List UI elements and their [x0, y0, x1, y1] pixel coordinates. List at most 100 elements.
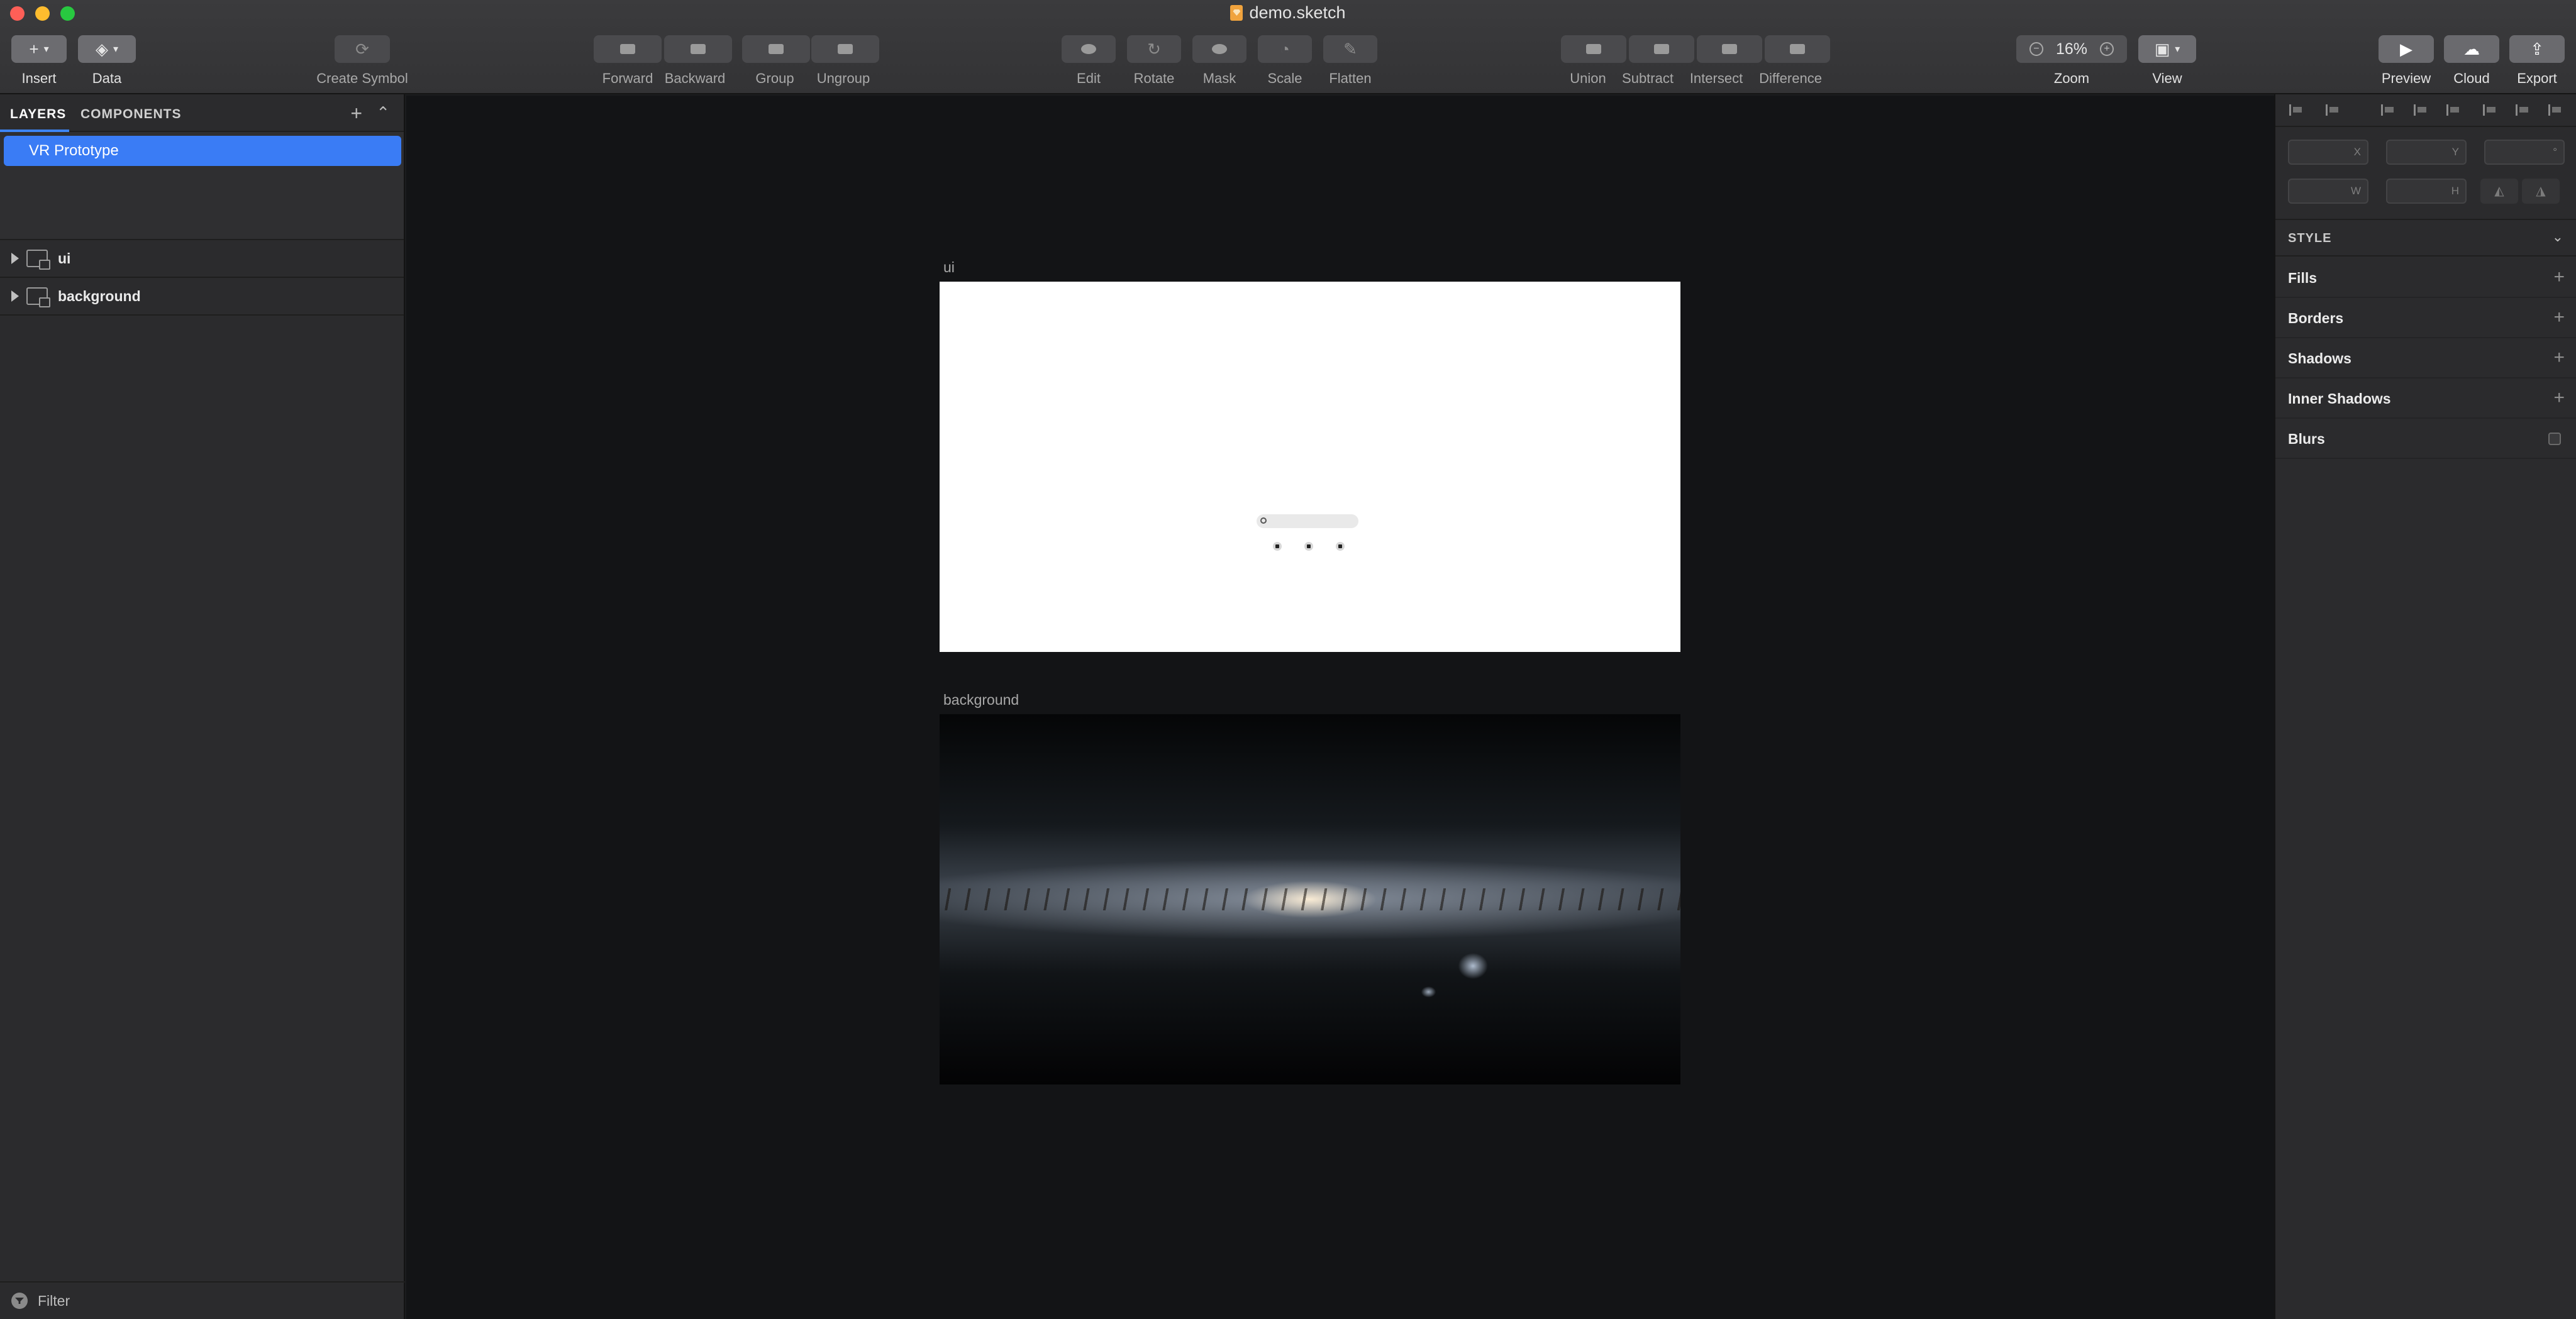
backward-button[interactable] — [664, 35, 732, 63]
add-inner-shadow-icon[interactable]: + — [2553, 387, 2565, 409]
blurs-section[interactable]: Blurs — [2275, 419, 2576, 459]
rotate-icon: ↻ — [1147, 39, 1161, 58]
distribute-horizontal-icon[interactable] — [2289, 104, 2303, 116]
layer-row-ui[interactable]: ui — [0, 240, 404, 278]
blur-checkbox[interactable] — [2548, 433, 2561, 445]
group-icon — [769, 44, 784, 54]
view-layout-icon: ▣ — [2154, 39, 2170, 58]
window-title-text: demo.sketch — [1249, 3, 1346, 22]
flatten-icon: ✎ — [1343, 39, 1357, 58]
blurs-label: Blurs — [2288, 431, 2325, 447]
artboard-icon — [26, 250, 50, 270]
flip-horizontal-icon[interactable]: ◭ — [2480, 179, 2518, 204]
difference-label: Difference — [1759, 70, 1822, 86]
plus-icon: + — [29, 39, 39, 58]
create-symbol-button[interactable]: ⟳ — [335, 35, 390, 63]
layer-name: ui — [58, 250, 71, 267]
filter-bar[interactable]: Filter — [0, 1281, 405, 1319]
scale-button[interactable]: ◔ — [1258, 35, 1312, 63]
align-middle-icon[interactable] — [2516, 104, 2529, 116]
filter-label: Filter — [38, 1292, 70, 1309]
align-bottom-icon[interactable] — [2548, 104, 2562, 116]
filter-icon — [11, 1293, 28, 1309]
preview-button[interactable]: ▶ — [2379, 35, 2434, 63]
borders-label: Borders — [2288, 310, 2344, 326]
mask-icon — [1212, 44, 1227, 54]
flip-vertical-icon[interactable]: ◮ — [2522, 179, 2560, 204]
borders-section[interactable]: Borders + — [2275, 298, 2576, 338]
inspector-panel: X Y ° W H ◭ ◮ STYLE ⌄ Fills + Borders + … — [2274, 94, 2576, 1319]
align-center-horizontal-icon[interactable] — [2414, 104, 2428, 116]
chevron-down-icon[interactable]: ⌄ — [2552, 229, 2563, 245]
add-shadow-icon[interactable]: + — [2553, 347, 2565, 368]
union-button[interactable] — [1561, 35, 1626, 63]
data-label: Data — [92, 70, 122, 86]
collapse-pages-icon[interactable]: ⌃ — [376, 103, 390, 123]
page-item-vr-prototype[interactable]: VR Prototype — [4, 136, 401, 166]
edit-button[interactable] — [1062, 35, 1116, 63]
shadows-section[interactable]: Shadows + — [2275, 338, 2576, 378]
union-icon — [1586, 44, 1601, 54]
forward-icon — [620, 44, 635, 54]
flatten-button[interactable]: ✎ — [1323, 35, 1377, 63]
artboard-dot-icon — [1304, 542, 1313, 551]
ungroup-button[interactable] — [811, 35, 879, 63]
export-label: Export — [2517, 70, 2557, 86]
difference-button[interactable] — [1765, 35, 1830, 63]
data-button[interactable]: ◈ ▾ — [78, 35, 136, 63]
align-left-icon[interactable] — [2381, 104, 2395, 116]
forward-button[interactable] — [594, 35, 662, 63]
zoom-value[interactable]: 16% — [2056, 40, 2087, 58]
disclosure-triangle-icon[interactable] — [11, 253, 19, 264]
height-field[interactable]: H — [2386, 179, 2467, 204]
backward-icon — [691, 44, 706, 54]
window-title: demo.sketch — [0, 1, 2576, 24]
zoom-in-button[interactable]: + — [2100, 42, 2114, 56]
y-position-field[interactable]: Y — [2386, 140, 2467, 165]
export-button[interactable]: ⇪ — [2509, 35, 2565, 63]
flatten-label: Flatten — [1329, 70, 1372, 86]
canvas[interactable]: ui background — [406, 96, 2274, 1319]
insert-button[interactable]: + ▾ — [11, 35, 67, 63]
zoom-out-button[interactable]: − — [2029, 42, 2043, 56]
artboard-ui[interactable] — [940, 282, 1680, 652]
artboard-background-milky-way-image[interactable] — [940, 714, 1680, 1084]
edit-icon — [1081, 44, 1096, 54]
tab-components[interactable]: COMPONENTS — [80, 107, 182, 122]
subtract-button[interactable] — [1629, 35, 1694, 63]
pages-list: VR Prototype — [0, 132, 404, 240]
rotate-button[interactable]: ↻ — [1127, 35, 1181, 63]
zoom-control: − 16% + — [2016, 35, 2127, 63]
disclosure-triangle-icon[interactable] — [11, 290, 19, 302]
add-page-icon[interactable]: + — [350, 102, 362, 125]
fills-section[interactable]: Fills + — [2275, 258, 2576, 298]
layer-row-background[interactable]: background — [0, 278, 404, 316]
cloud-button[interactable]: ☁ — [2444, 35, 2499, 63]
artboard-label-background[interactable]: background — [943, 692, 1019, 709]
subtract-icon — [1654, 44, 1669, 54]
group-button[interactable] — [742, 35, 810, 63]
add-fill-icon[interactable]: + — [2553, 267, 2565, 288]
artboard-search-bar — [1257, 514, 1358, 528]
ungroup-label: Ungroup — [816, 70, 870, 86]
view-button[interactable]: ▣ ▾ — [2138, 35, 2196, 63]
intersect-icon — [1722, 44, 1737, 54]
tab-layers[interactable]: LAYERS — [10, 107, 66, 122]
artboard-dot-icon — [1273, 542, 1282, 551]
align-right-icon[interactable] — [2446, 104, 2460, 116]
chevron-down-icon: ▾ — [2175, 44, 2180, 55]
intersect-button[interactable] — [1697, 35, 1762, 63]
x-position-field[interactable]: X — [2288, 140, 2368, 165]
add-border-icon[interactable]: + — [2553, 307, 2565, 328]
artboard-label-ui[interactable]: ui — [943, 259, 955, 276]
chevron-down-icon: ▾ — [113, 44, 119, 55]
width-field[interactable]: W — [2288, 179, 2368, 204]
align-top-icon[interactable] — [2483, 104, 2497, 116]
mask-button[interactable] — [1192, 35, 1246, 63]
rotation-field[interactable]: ° — [2484, 140, 2565, 165]
style-title: STYLE — [2288, 231, 2332, 245]
scale-icon: ◔ — [1280, 39, 1290, 58]
inner-shadows-section[interactable]: Inner Shadows + — [2275, 378, 2576, 419]
distribute-vertical-icon[interactable] — [2326, 104, 2340, 116]
style-section-header[interactable]: STYLE ⌄ — [2275, 219, 2576, 257]
